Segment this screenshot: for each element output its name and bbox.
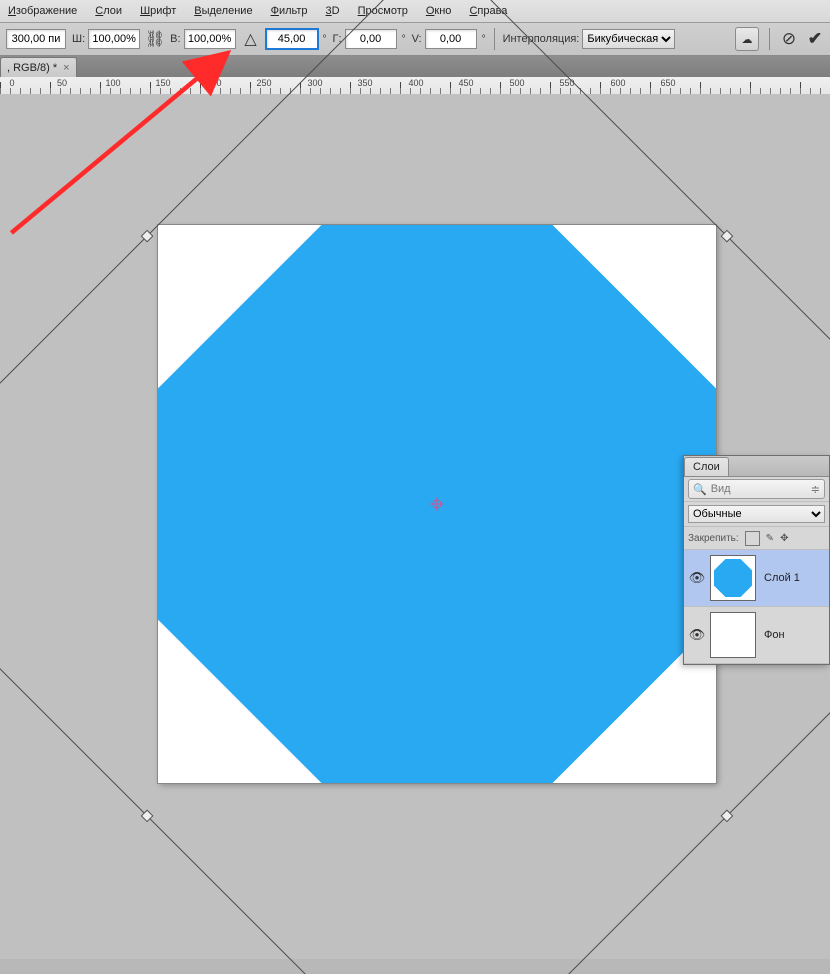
visibility-toggle[interactable]: 👁 (684, 627, 710, 643)
layer-filter-select[interactable]: 🔍 Вид ≑ (688, 479, 825, 499)
menu-select[interactable]: Выделение (194, 5, 252, 17)
height-label: В: (170, 33, 180, 45)
skew-v-input[interactable] (425, 29, 477, 49)
lock-transparency-button[interactable] (745, 531, 760, 546)
separator (494, 28, 495, 50)
menu-type[interactable]: Шрифт (140, 5, 176, 17)
layer-thumbnail[interactable] (710, 612, 756, 658)
menu-3d[interactable]: 3D (326, 5, 340, 17)
width-label: Ш: (72, 33, 85, 45)
layer-filter-label: Вид (711, 483, 731, 495)
skew-h-label: Г: (333, 33, 342, 45)
menu-layers[interactable]: Слои (95, 5, 122, 17)
link-icon[interactable]: ⛓ (146, 30, 164, 48)
separator (769, 28, 770, 50)
main-menu-bar: Изображение Слои Шрифт Выделение Фильтр … (0, 0, 830, 23)
height-input[interactable] (184, 29, 236, 49)
interpolation-label: Интерполяция: (503, 33, 580, 45)
layers-panel[interactable]: Слои 🔍 Вид ≑ Обычные Закрепить: ✎ ✥ 👁 Сл… (683, 455, 830, 665)
menu-help[interactable]: Справа (469, 5, 507, 17)
lock-label: Закрепить: (688, 533, 739, 544)
document-tab[interactable]: , RGB/8) * × (0, 57, 77, 78)
options-bar: Ш: ⛓ В: △ ° Г: ° V: ° Интерполяция: Бику… (0, 23, 830, 56)
skew-h-input[interactable] (345, 29, 397, 49)
cancel-transform-button[interactable]: ⊘ (780, 30, 798, 48)
layer-name[interactable]: Фон (764, 629, 785, 641)
lock-position-button[interactable]: ✥ (780, 533, 788, 544)
layer-row[interactable]: 👁 Фон (684, 607, 829, 664)
menu-filter[interactable]: Фильтр (271, 5, 308, 17)
search-icon: 🔍 (693, 483, 707, 496)
menu-image[interactable]: Изображение (8, 5, 77, 17)
layer-row[interactable]: 👁 Слой 1 (684, 550, 829, 607)
layer-name[interactable]: Слой 1 (764, 572, 800, 584)
layer-thumbnail[interactable] (710, 555, 756, 601)
warp-mode-button[interactable]: ☁ (735, 27, 759, 51)
skew-v-label: V: (412, 33, 422, 45)
close-icon[interactable]: × (63, 62, 69, 74)
layers-tab[interactable]: Слои (684, 457, 729, 476)
menu-window[interactable]: Окно (426, 5, 452, 17)
ruler-horizontal[interactable]: 0 50 100 150 200 250 300 350 400 450 500… (0, 77, 830, 95)
lock-row: Закрепить: ✎ ✥ (684, 527, 829, 550)
width-input[interactable] (88, 29, 140, 49)
x-input[interactable] (6, 29, 66, 49)
rotation-input[interactable] (266, 29, 318, 49)
blend-mode-select[interactable]: Обычные (688, 505, 825, 523)
commit-transform-button[interactable]: ✔ (806, 30, 824, 48)
warp-icon: ☁ (742, 33, 753, 46)
degree-symbol: ° (323, 34, 327, 45)
angle-icon: △ (242, 30, 260, 48)
document-tab-bar: , RGB/8) * × (0, 56, 830, 79)
document-tab-label: , RGB/8) * (7, 62, 57, 74)
panel-tab-bar: Слои (684, 456, 829, 477)
degree-symbol: ° (402, 34, 406, 45)
degree-symbol: ° (482, 34, 486, 45)
lock-pixels-button[interactable]: ✎ (766, 533, 774, 544)
interpolation-select[interactable]: Бикубическая (582, 29, 675, 49)
chevron-icon: ≑ (811, 483, 820, 496)
menu-view[interactable]: Просмотр (358, 5, 408, 17)
shape-layer (158, 225, 716, 783)
visibility-toggle[interactable]: 👁 (684, 570, 710, 586)
